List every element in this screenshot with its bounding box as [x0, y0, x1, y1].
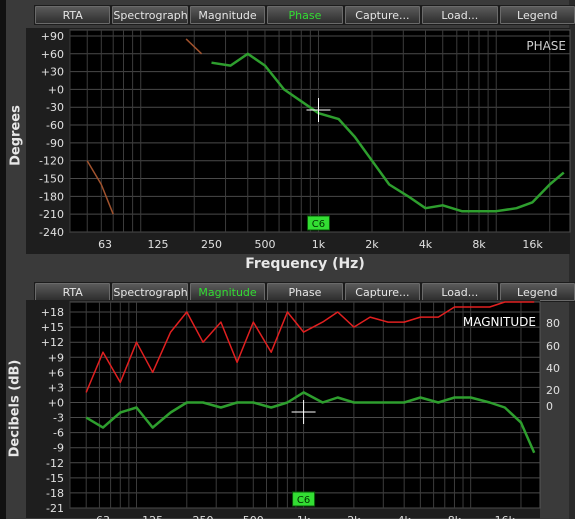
- magnitude-y-tick: +6: [48, 366, 64, 379]
- phase-y-tick: -120: [39, 155, 64, 168]
- phase-y-tick: +0: [48, 83, 64, 96]
- phase-c6-marker: C6: [306, 215, 330, 231]
- phase-y-tick: -90: [46, 137, 64, 150]
- phase-x-tick: 2k: [365, 238, 379, 251]
- phase-x-tick: 8k: [472, 238, 486, 251]
- magnitude-x-tick: 16k: [495, 514, 516, 519]
- magnitude-y-tick: +3: [48, 381, 64, 394]
- phase-y-tick: -60: [46, 119, 64, 132]
- phase-x-tick: 125: [147, 238, 168, 251]
- phase-y-tick: -210: [39, 208, 64, 221]
- magnitude-y-tick: +18: [41, 306, 64, 319]
- phase-y-tick: -150: [39, 173, 64, 186]
- magnitude-right-tick: 20: [546, 384, 560, 397]
- phase-chart: +90 +60 +30 +0 -30 -60 -90 -120 -150 -180 -210 -240…: [26, 28, 571, 254]
- magnitude-right-tick: 80: [546, 317, 560, 330]
- magnitude-y-tick: -12: [46, 457, 64, 470]
- magnitude-c6-marker: C6: [292, 491, 316, 507]
- magnitude-x-tick: 125: [142, 514, 163, 519]
- magnitude-x-tick: 63: [96, 514, 110, 519]
- magnitude-x-tick: 250: [192, 514, 213, 519]
- phase-c6-label: C6: [312, 219, 325, 230]
- magnitude-y-tick: +9: [48, 351, 64, 364]
- phase-corner-label: PHASE: [526, 39, 566, 53]
- magnitude-x-tick: 8k: [448, 514, 462, 519]
- magnitude-y-tick: +12: [41, 336, 64, 349]
- magnitude-c6-label: C6: [297, 495, 310, 506]
- magnitude-y-tick: -3: [53, 412, 64, 425]
- magnitude-y-tick: -9: [53, 442, 64, 455]
- magnitude-x-tick: 1k: [297, 514, 311, 519]
- magnitude-y-tick: +0: [48, 396, 64, 409]
- magnitude-x-tick: 4k: [397, 514, 411, 519]
- magnitude-right-tick: 60: [546, 340, 560, 353]
- phase-y-tick: +60: [41, 48, 64, 61]
- phase-x-tick: 1k: [312, 238, 326, 251]
- magnitude-plot-area: [69, 301, 541, 509]
- phase-y-tick: -180: [39, 190, 64, 203]
- magnitude-corner-label: MAGNITUDE: [463, 315, 536, 329]
- phase-x-tick: 4k: [419, 238, 433, 251]
- phase-y-tick: +90: [41, 30, 64, 43]
- magnitude-y-tick: -18: [46, 487, 64, 500]
- magnitude-x-tick: 2k: [347, 514, 361, 519]
- magnitude-chart: +18 +15 +12 +9 +6 +3 +0 -3 -6 -9 -12 -15 -18 -21 63 125…: [26, 300, 560, 519]
- phase-x-tick: 250: [201, 238, 222, 251]
- magnitude-x-tick: 500: [243, 514, 264, 519]
- charts-canvas[interactable]: +90+60+30+0-30-60-90-120-150-180-210-240…: [0, 0, 575, 519]
- phase-y-tick: -30: [46, 101, 64, 114]
- magnitude-y-tick: +15: [41, 321, 64, 334]
- phase-y-tick: +30: [41, 66, 64, 79]
- phase-x-tick: 500: [254, 238, 275, 251]
- magnitude-right-tick: 0: [546, 400, 553, 413]
- magnitude-y-tick: -6: [53, 427, 64, 440]
- magnitude-right-tick: 40: [546, 362, 560, 375]
- magnitude-y-tick: -21: [46, 502, 64, 515]
- magnitude-y-tick: -15: [46, 472, 64, 485]
- phase-plot-area: [69, 29, 571, 233]
- phase-y-tick: -240: [39, 226, 64, 239]
- phase-x-tick: 63: [98, 238, 112, 251]
- phase-x-tick: 16k: [522, 238, 543, 251]
